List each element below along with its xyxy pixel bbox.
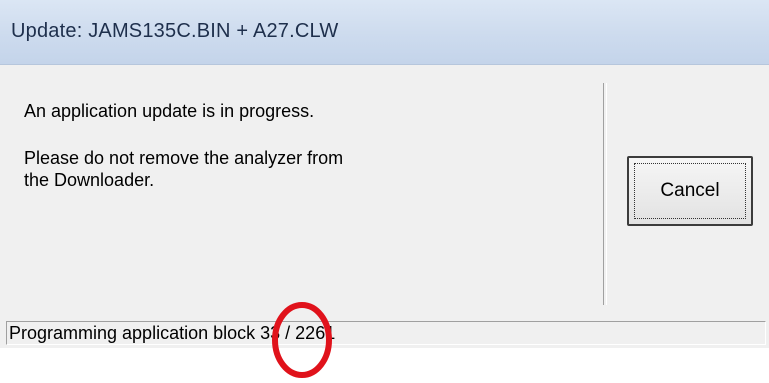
background-below [0, 348, 769, 383]
warning-message: Please do not remove the analyzer from t… [24, 147, 343, 191]
update-dialog: Update: JAMS135C.BIN + A27.CLW An applic… [0, 0, 769, 383]
progress-message: An application update is in progress. [24, 101, 315, 121]
status-text: Programming application block 33 / 2261 [9, 323, 335, 344]
status-separator: / [280, 323, 296, 343]
cancel-button[interactable]: Cancel [627, 156, 753, 226]
cancel-button-label: Cancel [660, 180, 720, 201]
warning-message-line-1: Please do not remove the analyzer from [24, 148, 344, 168]
dialog-body: An application update is in progress. Pl… [0, 65, 769, 318]
window-title: Update: JAMS135C.BIN + A27.CLW [11, 20, 339, 42]
title-bar[interactable]: Update: JAMS135C.BIN + A27.CLW [0, 0, 769, 65]
warning-message-line-2: the Downloader. [24, 170, 155, 190]
status-bar: Programming application block 33 / 2261 [0, 318, 769, 348]
status-prefix: Programming application block [9, 323, 261, 343]
total-blocks: 2261 [295, 323, 336, 343]
vertical-divider [603, 83, 607, 305]
status-panel: Programming application block 33 / 2261 [6, 321, 766, 345]
current-block: 33 [260, 323, 281, 343]
